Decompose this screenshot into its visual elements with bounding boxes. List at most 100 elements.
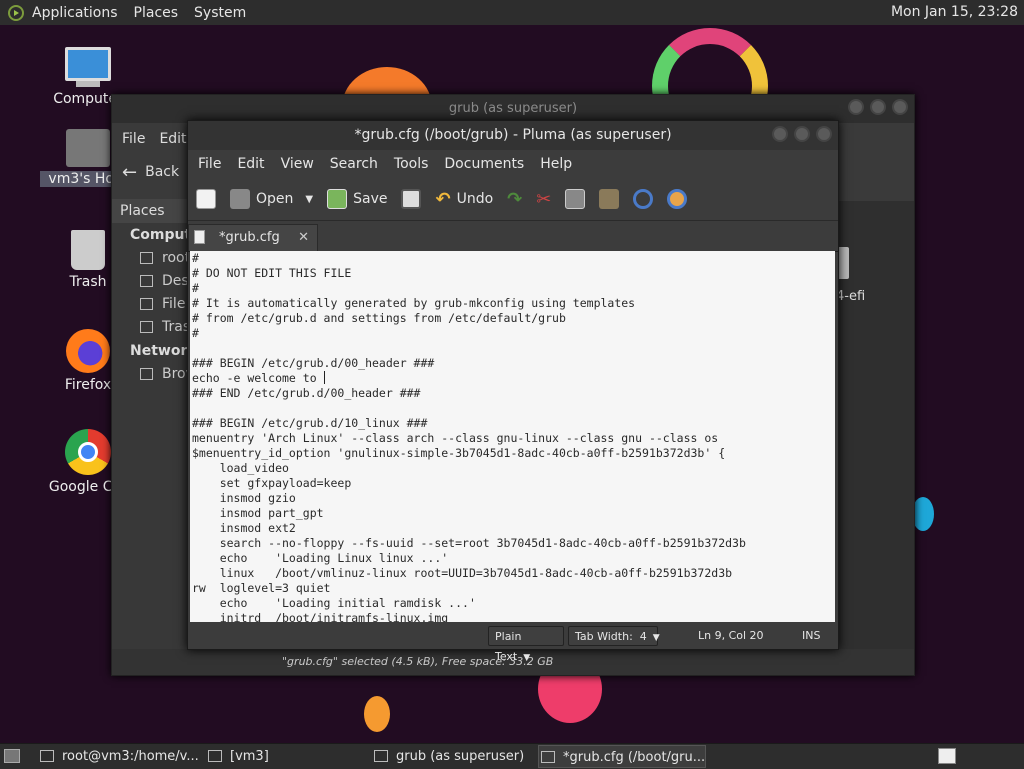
distro-menu-icon[interactable] — [8, 4, 24, 21]
chrome-icon — [65, 429, 111, 475]
sidebar-item-root[interactable]: root — [112, 247, 192, 270]
editor-menubar: File Edit View Search Tools Documents He… — [188, 150, 838, 178]
network-icon — [140, 368, 153, 380]
clock[interactable]: Mon Jan 15, 23:28 — [891, 4, 1018, 20]
wallpaper-small-blob — [364, 696, 390, 732]
sidebar-item-browse-network[interactable]: Brov — [112, 363, 192, 386]
editor-statusbar: Plain Text ▼ Tab Width: 4 ▼ Ln 9, Col 20 I… — [188, 623, 838, 663]
sidebar-item-trash[interactable]: Tras — [112, 316, 192, 339]
find-button[interactable] — [633, 189, 654, 209]
file-manager-title: grub (as superuser) — [448, 101, 578, 116]
find-replace-icon — [667, 189, 688, 209]
file-manager-titlebar[interactable]: grub (as superuser) — [112, 95, 914, 123]
open-icon — [230, 189, 250, 209]
tab-close-icon[interactable]: ✕ — [298, 225, 309, 250]
task-vm3[interactable]: [vm3] — [206, 745, 366, 768]
document-content[interactable]: # # DO NOT EDIT THIS FILE # # It is auto… — [190, 251, 835, 622]
menu-file[interactable]: File — [122, 131, 145, 147]
tab-width-dropdown[interactable]: Tab Width: 4 ▼ — [568, 626, 660, 646]
back-arrow-icon: ← — [122, 161, 138, 183]
menu-documents[interactable]: Documents — [444, 156, 524, 172]
show-desktop-icon[interactable] — [4, 749, 20, 763]
minimize-button[interactable] — [772, 126, 788, 142]
window-controls — [772, 126, 832, 142]
sidebar-item-desktop[interactable]: Des — [112, 270, 192, 293]
computer-stand — [76, 81, 100, 87]
maximize-button[interactable] — [794, 126, 810, 142]
chevron-down-icon: ▼ — [523, 653, 531, 663]
open-button[interactable]: Open ▼ — [230, 189, 313, 209]
save-button[interactable]: Save — [327, 189, 387, 209]
home-folder-icon — [66, 129, 110, 167]
new-document-icon — [196, 189, 216, 209]
maximize-button[interactable] — [870, 99, 886, 115]
terminal-icon — [40, 750, 54, 762]
sidebar-header[interactable]: Places — [112, 199, 192, 223]
sidebar-group-computer: Compute — [130, 227, 201, 243]
desktop-icon — [140, 275, 153, 287]
print-icon — [401, 189, 422, 209]
firefox-icon — [66, 329, 110, 373]
close-button[interactable] — [892, 99, 908, 115]
menu-edit[interactable]: Edit — [237, 156, 264, 172]
text-cursor — [323, 371, 325, 384]
print-button[interactable] — [401, 189, 422, 209]
menu-view[interactable]: View — [281, 156, 314, 172]
redo-button[interactable]: ↷ — [507, 189, 522, 210]
task-terminal[interactable]: root@vm3:/home/v... — [38, 745, 202, 768]
undo-icon: ↶ — [435, 188, 451, 210]
applications-menu[interactable]: Applications — [32, 5, 118, 21]
wallpaper-blue-blob — [912, 497, 934, 531]
paste-button[interactable] — [599, 189, 620, 209]
editor-title: *grub.cfg (/boot/grub) - Pluma (as super… — [354, 127, 672, 143]
task-text-editor[interactable]: *grub.cfg (/boot/gru... — [538, 745, 706, 768]
window-icon — [208, 750, 222, 762]
cursor-position: Ln 9, Col 20 — [698, 629, 764, 642]
close-button[interactable] — [816, 126, 832, 142]
text-editor-area[interactable]: # # DO NOT EDIT THIS FILE # # It is auto… — [190, 251, 835, 622]
task-file-manager[interactable]: grub (as superuser) — [372, 745, 534, 768]
workspace-switcher-icon[interactable] — [938, 748, 956, 764]
cut-button[interactable]: ✂ — [536, 189, 551, 210]
syntax-dropdown[interactable]: Plain Text ▼ — [488, 626, 564, 663]
tab-grub-cfg[interactable]: *grub.cfg ✕ — [188, 224, 318, 251]
places-sidebar: Places Compute root Des File Tras Networ… — [112, 199, 201, 651]
open-dropdown-arrow-icon[interactable]: ▼ — [305, 194, 313, 205]
tab-label: *grub.cfg — [219, 230, 280, 245]
menu-file[interactable]: File — [198, 156, 221, 172]
find-replace-button[interactable] — [667, 189, 688, 209]
trash-icon — [71, 230, 105, 270]
window-controls — [848, 99, 908, 115]
menu-edit[interactable]: Edit — [159, 131, 186, 147]
trash-icon — [140, 321, 153, 333]
editor-tabbar: *grub.cfg ✕ — [188, 221, 838, 252]
sidebar-item-filesystem[interactable]: File — [112, 293, 192, 316]
insert-mode: INS — [802, 629, 821, 642]
editor-titlebar[interactable]: *grub.cfg (/boot/grub) - Pluma (as super… — [188, 121, 838, 150]
paste-icon — [599, 189, 620, 209]
copy-icon — [565, 189, 586, 209]
editor-toolbar: Open ▼ Save ↶ Undo ↷ ✂ — [188, 178, 838, 221]
back-button[interactable]: Back — [145, 164, 179, 180]
bottom-panel: root@vm3:/home/v... [vm3] grub (as super… — [0, 743, 1024, 769]
chevron-down-icon: ▼ — [652, 633, 660, 643]
undo-button[interactable]: ↶ Undo — [435, 189, 493, 210]
new-document-button[interactable] — [196, 189, 216, 209]
file-item-label[interactable]: 4-efi — [836, 289, 865, 304]
places-menu[interactable]: Places — [134, 5, 179, 21]
drive-icon — [140, 298, 153, 310]
content-before-cursor: # # DO NOT EDIT THIS FILE # # It is auto… — [192, 251, 636, 385]
home-icon — [140, 252, 153, 264]
find-icon — [633, 189, 654, 209]
copy-button[interactable] — [565, 189, 586, 209]
top-panel: Applications Places System Mon Jan 15, 2… — [0, 0, 1024, 26]
menu-help[interactable]: Help — [540, 156, 572, 172]
system-menu[interactable]: System — [194, 5, 246, 21]
content-after-cursor: ### END /etc/grub.d/00_header ### ### BE… — [192, 386, 746, 622]
menu-tools[interactable]: Tools — [394, 156, 429, 172]
menu-search[interactable]: Search — [330, 156, 378, 172]
redo-icon: ↷ — [507, 188, 523, 210]
minimize-button[interactable] — [848, 99, 864, 115]
computer-icon — [65, 47, 111, 81]
folder-icon — [374, 750, 388, 762]
